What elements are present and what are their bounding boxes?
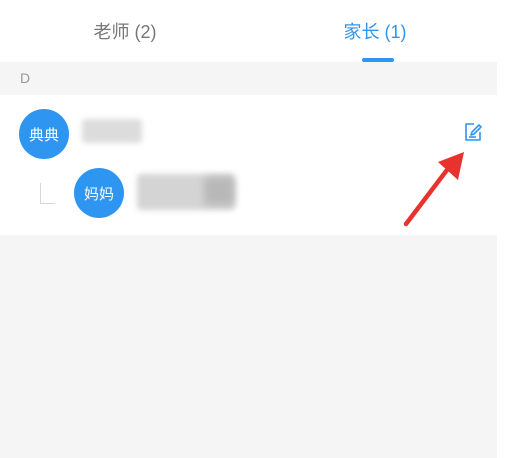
child-avatar: 典典 [19, 109, 69, 159]
contacts-screen: 老师 (2) 家长 (1) D 典典 妈妈 [0, 0, 497, 458]
parent-name-blurred-dark [204, 177, 234, 205]
tab-teachers[interactable]: 老师 (2) [0, 0, 250, 62]
tree-connector [40, 183, 55, 204]
red-arrow-annotation [403, 152, 464, 227]
right-edge [497, 0, 507, 458]
parent-avatar: 妈妈 [74, 168, 124, 218]
child-name-blurred [82, 119, 142, 143]
section-header: D [0, 62, 497, 95]
edit-icon[interactable] [462, 121, 484, 143]
section-letter: D [20, 70, 31, 86]
tab-parents[interactable]: 家长 (1) [250, 0, 497, 62]
tab-bar: 老师 (2) 家长 (1) [0, 0, 497, 62]
